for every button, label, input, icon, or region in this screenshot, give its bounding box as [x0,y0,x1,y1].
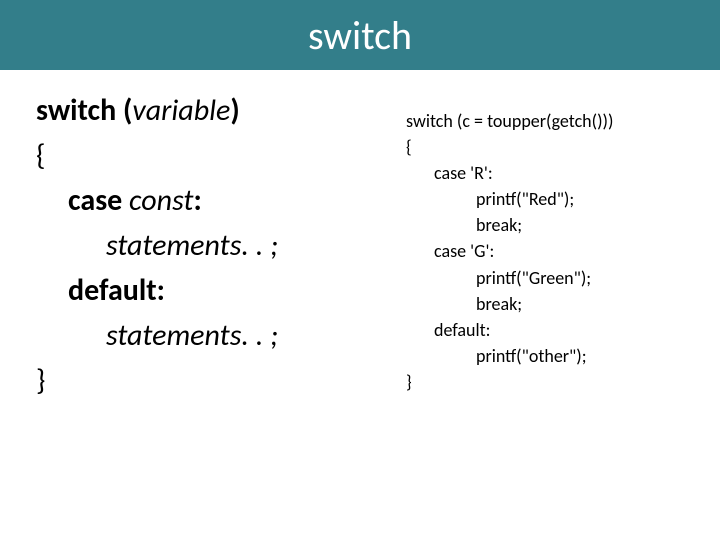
example-line-10: printf("other"); [406,343,720,369]
slide-header: switch [0,0,720,70]
example-line-7: printf("Green"); [406,265,720,291]
example-line-5: break; [406,212,720,238]
colon: : [486,319,491,341]
ex-keyword-switch: switch [406,110,457,132]
paren-open: ( [123,92,132,129]
variable-placeholder: variable [132,92,230,129]
syntax-line-3: case const: [36,178,406,223]
syntax-line-6: statements. . ; [36,313,406,358]
syntax-line-2: { [36,133,406,178]
syntax-line-4: statements. . ; [36,223,406,268]
example-line-8: break; [406,291,720,317]
ex-case-r: 'R' [470,162,488,184]
example-line-11: } [406,369,720,395]
const-placeholder: const [129,182,193,219]
colon: : [489,240,494,262]
keyword-default: default [68,272,157,309]
example-line-2: { [406,134,720,160]
syntax-column: switch (variable) { case const: statemen… [0,88,406,403]
syntax-line-7: } [36,358,406,403]
example-line-3: case 'R': [406,160,720,186]
keyword-case: case [68,182,129,219]
keyword-switch: switch [36,92,123,129]
colon: : [488,162,493,184]
example-line-4: printf("Red"); [406,186,720,212]
syntax-line-1: switch (variable) [36,88,406,133]
colon: : [157,272,165,309]
example-line-1: switch (c = toupper(getch())) [406,108,720,134]
example-line-9: default: [406,317,720,343]
ex-keyword-case: case [434,240,470,262]
ex-keyword-default: default [434,319,486,341]
ex-keyword-case: case [434,162,470,184]
slide-body: switch (variable) { case const: statemen… [0,70,720,403]
colon: : [194,182,202,219]
slide-title: switch [308,11,412,60]
example-column: switch (c = toupper(getch())) { case 'R'… [406,88,720,403]
ex-condition: (c = toupper(getch())) [457,110,614,132]
paren-close: ) [230,92,239,129]
syntax-line-5: default: [36,268,406,313]
ex-case-g: 'G' [470,240,489,262]
example-line-6: case 'G': [406,238,720,264]
